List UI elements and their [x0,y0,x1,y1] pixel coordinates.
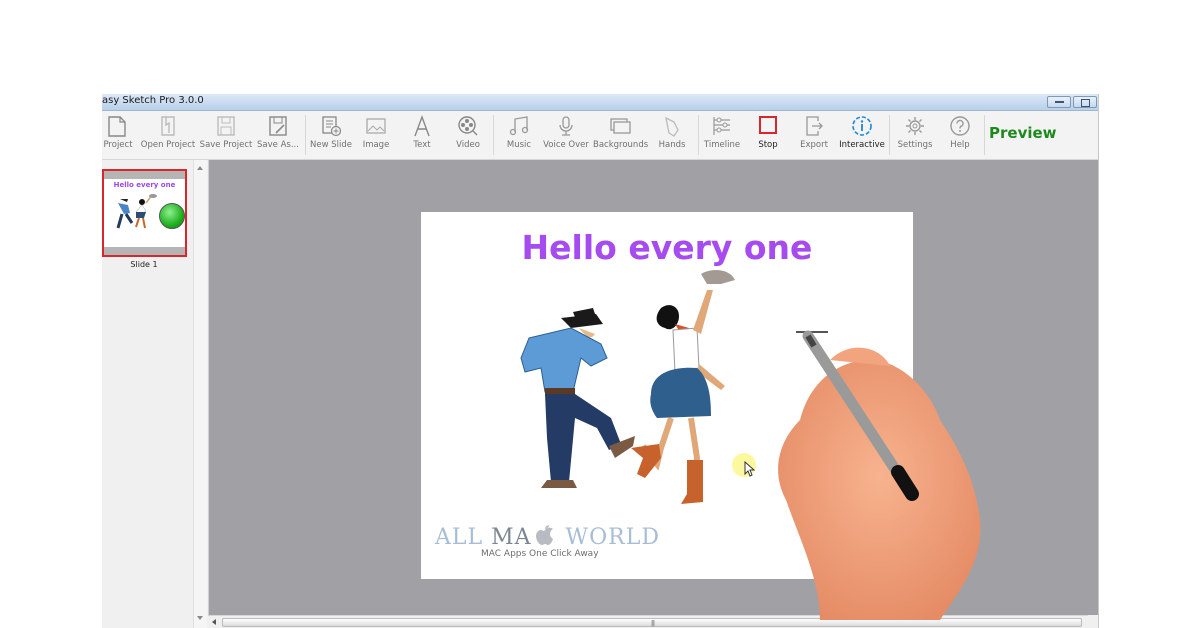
microphone-icon [559,116,573,136]
minimize-button[interactable] [1047,96,1071,108]
hand-icon [665,116,679,137]
new-slide-button[interactable]: New Slide [310,111,352,159]
restore-button[interactable] [1073,96,1097,108]
restore-icon [1081,99,1090,107]
slide-title-text[interactable]: Hello every one [421,228,913,267]
thumb-bottom-bar [104,247,185,255]
scroll-left-arrow-icon[interactable] [212,619,216,625]
video-icon [458,116,478,136]
separator [984,115,985,155]
open-project-icon [161,116,175,136]
preview-button[interactable]: Preview [989,124,1057,142]
dancing-couple-image[interactable] [511,268,751,518]
separator [889,115,890,155]
backgrounds-button[interactable]: Backgrounds [593,111,648,159]
stop-icon [759,116,777,134]
watermark-title: ALL MA WORLD [435,522,660,550]
title-bar: asy Sketch Pro 3.0.0 [102,94,1098,111]
thumb-top-bar [104,171,185,179]
voice-over-button[interactable]: Voice Over [543,111,589,159]
stop-button[interactable]: Stop [748,111,788,159]
export-button[interactable]: Export [794,111,834,159]
image-button[interactable]: Image [356,111,396,159]
export-icon [806,116,823,136]
slide-thumbnail[interactable]: Hello every one [102,169,187,257]
slides-vertical-scrollbar[interactable] [193,160,207,628]
thumb-green-button [159,203,185,229]
save-as-icon [269,116,287,136]
new-project-button[interactable]: Project [102,111,138,159]
watermark-tagline: MAC Apps One Click Away [481,549,599,559]
help-button[interactable]: Help [942,111,978,159]
music-button[interactable]: Music [499,111,539,159]
new-project-icon [108,116,126,137]
toolbar: Project Open Project Save Project Save A… [102,111,1098,160]
text-button[interactable]: Text [402,111,442,159]
save-as-button[interactable]: Save As... [255,111,301,159]
minimize-icon [1055,101,1064,103]
save-project-icon [217,116,235,136]
backgrounds-icon [610,118,631,134]
gear-icon [906,117,924,135]
separator [305,115,306,155]
timeline-button[interactable]: Timeline [702,111,742,159]
slide-label: Slide 1 [130,260,158,269]
music-icon [509,116,529,136]
new-slide-icon [322,116,342,137]
separator [493,115,494,155]
save-project-button[interactable]: Save Project [198,111,254,159]
info-icon [852,116,872,136]
timeline-icon [713,117,730,135]
text-icon [414,115,430,137]
hands-button[interactable]: Hands [652,111,692,159]
thumb-title: Hello every one [113,181,176,189]
settings-button[interactable]: Settings [894,111,936,159]
scroll-down-arrow-icon[interactable] [197,616,203,620]
apple-logo-icon [535,525,553,545]
scroll-up-arrow-icon[interactable] [197,166,203,170]
thumb-dancers-image [116,194,157,229]
image-icon [366,118,386,134]
scrollbar-grip-icon: ||| [651,620,655,627]
mouse-pointer-icon [744,461,756,477]
open-project-button[interactable]: Open Project [140,111,196,159]
slides-panel: Hello every one Slide 1 [102,160,207,628]
drawing-hand-image [778,330,981,620]
help-icon [950,116,970,136]
interactive-button[interactable]: Interactive [838,111,886,159]
window-title: asy Sketch Pro 3.0.0 [102,95,204,106]
separator [698,115,699,155]
video-button[interactable]: Video [448,111,488,159]
